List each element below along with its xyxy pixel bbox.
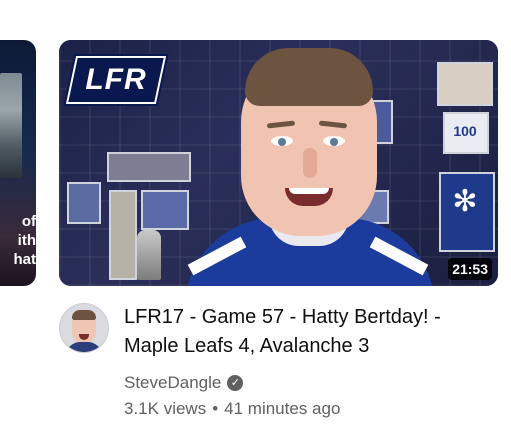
hair — [245, 48, 373, 106]
upload-age: 41 minutes ago — [224, 399, 341, 418]
wall-frame — [437, 62, 493, 106]
previous-video-thumbnail[interactable]: of ith hat — [0, 40, 36, 286]
previous-thumbnail-art — [0, 73, 22, 178]
video-title[interactable]: LFR17 - Game 57 - Hatty Bertday! - Maple… — [124, 303, 494, 361]
video-metadata: 3.1K views • 41 minutes ago — [124, 398, 340, 420]
channel-logo: LFR — [65, 56, 167, 104]
view-count: 3.1K views — [124, 399, 207, 418]
channel-name[interactable]: SteveDangle — [124, 372, 221, 394]
video-grid-row: of ith hat 100 ✻ LFR 21:53 LFR17 - Game … — [0, 0, 511, 432]
verified-icon: ✓ — [227, 375, 244, 391]
wall-badge: 100 — [453, 123, 477, 139]
maple-leaf-icon: ✻ — [452, 185, 478, 218]
channel-row: SteveDangle ✓ — [124, 372, 244, 394]
meta-separator: • — [212, 399, 219, 418]
duration-badge: 21:53 — [448, 258, 492, 280]
host-figure — [179, 40, 439, 286]
logo-text: LFR — [85, 63, 147, 96]
wall-frame — [67, 182, 101, 224]
wall-frame — [109, 190, 137, 280]
trophy-icon — [137, 230, 161, 280]
previous-thumbnail-text: of ith hat — [13, 213, 37, 268]
channel-avatar[interactable] — [59, 303, 109, 353]
video-thumbnail[interactable]: 100 ✻ LFR 21:53 — [59, 40, 498, 286]
